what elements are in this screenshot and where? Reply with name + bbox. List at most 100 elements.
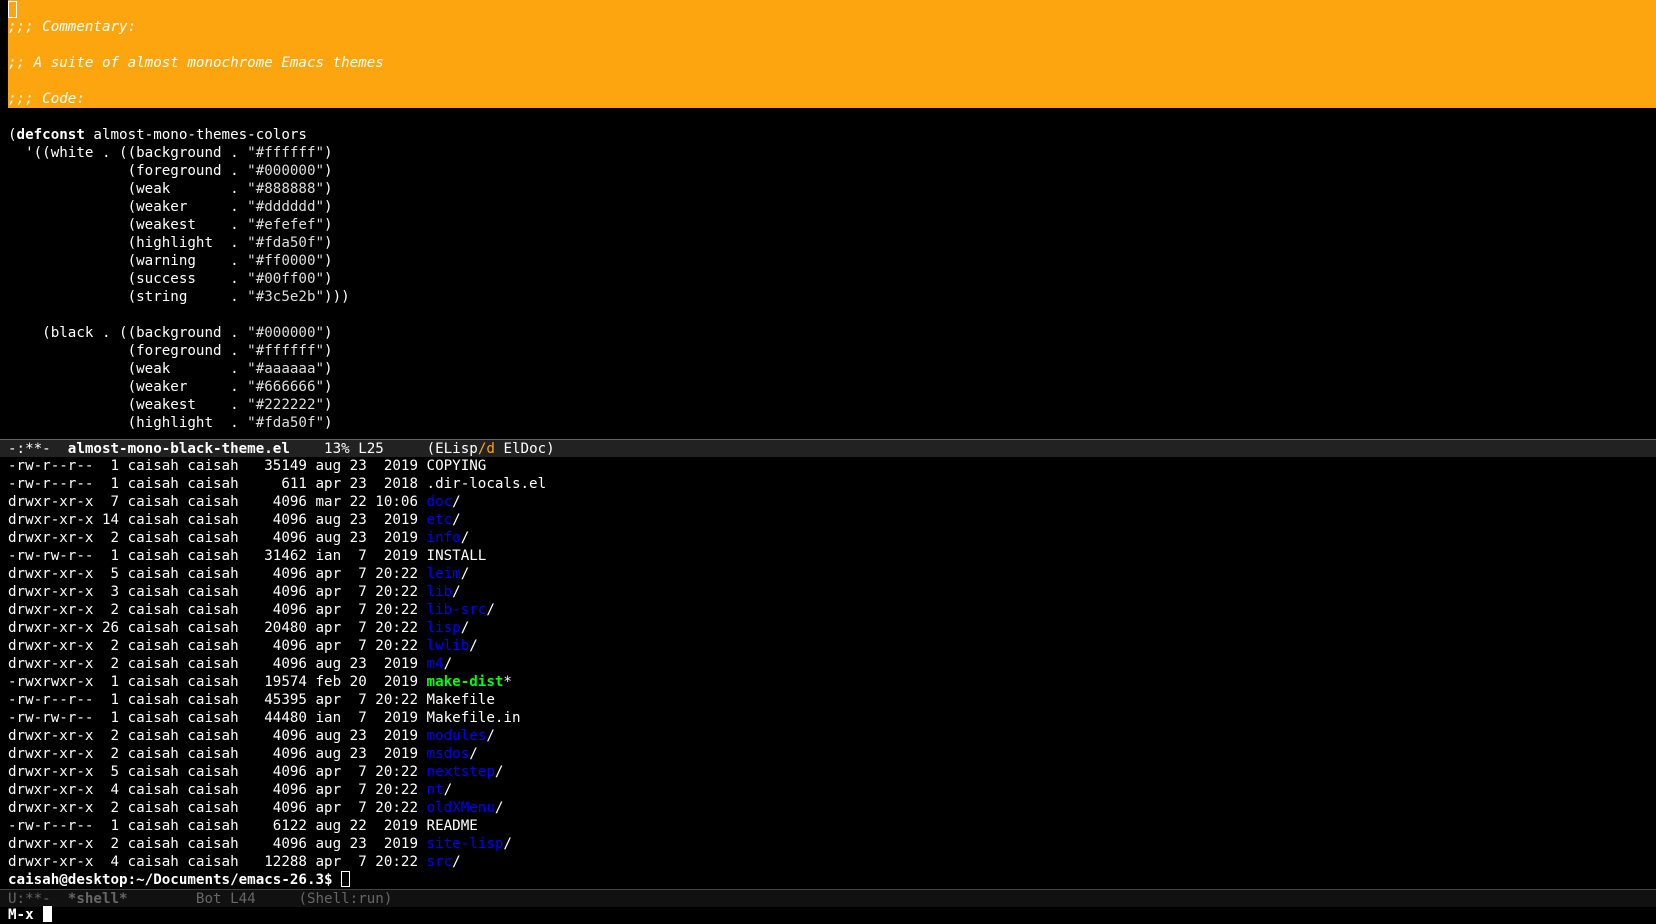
code-key: weakest xyxy=(136,217,222,233)
file-metadata: drwxr-xr-x 4 caisah caisah 4096 apr 7 20… xyxy=(8,782,427,798)
modeline-mode[interactable]: (Shell:run) xyxy=(298,891,392,907)
directory-name[interactable]: nextstep xyxy=(427,764,495,780)
directory-name[interactable]: src xyxy=(427,854,453,870)
listing-row: drwxr-xr-x 2 caisah caisah 4096 aug 23 2… xyxy=(8,727,495,745)
executable-name[interactable]: make-dist xyxy=(427,674,504,690)
code-prefix: ( xyxy=(8,181,137,197)
code-suffix: ) xyxy=(324,253,333,269)
listing-row: -rw-r--r-- 1 caisah caisah 6122 aug 22 2… xyxy=(8,817,478,835)
code-key: highlight xyxy=(136,415,222,431)
modeline-buffer-name[interactable]: *shell* xyxy=(68,891,128,907)
listing-row: drwxr-xr-x 5 caisah caisah 4096 apr 7 20… xyxy=(8,763,503,781)
file-metadata: -rwxrwxr-x 1 caisah caisah 19574 feb 20 … xyxy=(8,674,427,690)
minibuffer[interactable]: M-x xyxy=(0,906,1656,924)
file-name[interactable]: .dir-locals.el xyxy=(427,476,547,492)
keyword-defconst: defconst xyxy=(16,127,85,143)
listing-row: -rw-r--r-- 1 caisah caisah 611 apr 23 20… xyxy=(8,475,546,493)
code-prefix: ( xyxy=(8,199,137,215)
directory-name[interactable]: lib xyxy=(427,584,453,600)
file-metadata: drwxr-xr-x 26 caisah caisah 20480 apr 7 … xyxy=(8,620,427,636)
code-line: (black . ((background . "#000000") xyxy=(8,324,333,342)
code-prefix: ( xyxy=(8,397,137,413)
file-name[interactable]: README xyxy=(427,818,478,834)
directory-name[interactable]: site-lisp xyxy=(427,836,504,852)
code-separator: . xyxy=(221,397,248,413)
modeline-inactive[interactable]: U:**- *shell* Bot L44 (Shell:run) xyxy=(0,889,1656,907)
code-suffix: ) xyxy=(324,343,333,359)
terminal-cursor xyxy=(341,871,351,887)
listing-row: drwxr-xr-x 2 caisah caisah 4096 aug 23 2… xyxy=(8,745,478,763)
code-separator: . xyxy=(221,271,248,287)
code-string-value: "#3c5e2b" xyxy=(247,289,325,305)
listing-row: drwxr-xr-x 2 caisah caisah 4096 apr 7 20… xyxy=(8,637,478,655)
file-name[interactable]: COPYING xyxy=(427,458,487,474)
directory-name[interactable]: etc xyxy=(427,512,453,528)
code-string-value: "#000000" xyxy=(247,325,325,341)
file-name[interactable]: INSTALL xyxy=(427,548,487,564)
code-key: foreground xyxy=(136,343,222,359)
file-type-suffix: * xyxy=(503,674,512,690)
directory-name[interactable]: m4 xyxy=(427,656,444,672)
code-string-value: "#fda50f" xyxy=(247,415,325,431)
modeline-mode-open[interactable]: (ELisp xyxy=(427,441,478,457)
file-type-suffix: / xyxy=(494,764,504,780)
code-prefix: ( xyxy=(8,361,137,377)
file-metadata: drwxr-xr-x 7 caisah caisah 4096 mar 22 1… xyxy=(8,494,427,510)
file-metadata: -rw-r--r-- 1 caisah caisah 35149 aug 23 … xyxy=(8,458,427,474)
listing-row: drwxr-xr-x 2 caisah caisah 4096 apr 7 20… xyxy=(8,601,495,619)
directory-name[interactable]: nt xyxy=(427,782,444,798)
modeline-mode-rest[interactable]: ElDoc) xyxy=(495,441,554,457)
listing-row: -rw-r--r-- 1 caisah caisah 35149 aug 23 … xyxy=(8,457,486,475)
code-string-value: "#fda50f" xyxy=(247,235,325,251)
file-metadata: drwxr-xr-x 5 caisah caisah 4096 apr 7 20… xyxy=(8,566,427,582)
modeline-buffer-name[interactable]: almost-mono-black-theme.el xyxy=(68,441,290,457)
code-key: warning xyxy=(136,253,222,269)
code-line: (string . "#3c5e2b"))) xyxy=(8,288,350,306)
file-type-suffix: / xyxy=(452,512,461,528)
modeline-active[interactable]: -:**- almost-mono-black-theme.el 13% L25… xyxy=(0,439,1656,457)
file-type-suffix: / xyxy=(469,638,478,654)
file-metadata: -rw-r--r-- 1 caisah caisah 45395 apr 7 2… xyxy=(8,692,427,708)
file-type-suffix: / xyxy=(452,584,461,600)
directory-name[interactable]: lib-src xyxy=(427,602,487,618)
code-prefix: ( xyxy=(8,217,137,233)
file-type-suffix: / xyxy=(452,494,461,510)
code-line: (weaker . "#dddddd") xyxy=(8,198,333,216)
file-type-suffix: / xyxy=(443,782,453,798)
comment-line: ;; A suite of almost monochrome Emacs th… xyxy=(8,55,384,71)
directory-name[interactable]: msdos xyxy=(427,746,470,762)
editor-cursor xyxy=(8,1,17,18)
modeline-status: U:**- xyxy=(8,891,68,907)
directory-name[interactable]: info xyxy=(427,530,461,546)
file-metadata: drwxr-xr-x 5 caisah caisah 4096 apr 7 20… xyxy=(8,764,427,780)
code-line: (warning . "#ff0000") xyxy=(8,252,333,270)
directory-name[interactable]: doc xyxy=(427,494,453,510)
file-metadata: -rw-rw-r-- 1 caisah caisah 44480 ian 7 2… xyxy=(8,710,427,726)
code-key: weaker xyxy=(136,199,222,215)
code-suffix: ) xyxy=(324,325,333,341)
listing-row: -rw-r--r-- 1 caisah caisah 45395 apr 7 2… xyxy=(8,691,495,709)
code-separator: . xyxy=(221,235,248,251)
shell-prompt-line[interactable]: caisah@desktop:~/Documents/emacs-26.3$ xyxy=(8,871,351,889)
shell-buffer-window[interactable]: -rw-r--r-- 1 caisah caisah 35149 aug 23 … xyxy=(0,457,1656,889)
code-suffix: ) xyxy=(324,181,333,197)
directory-name[interactable]: leim xyxy=(427,566,461,582)
code-suffix: ) xyxy=(324,163,333,179)
file-name[interactable]: Makefile.in xyxy=(427,710,521,726)
shell-prompt: caisah@desktop:~/Documents/emacs-26.3$ xyxy=(8,872,342,888)
file-metadata: -rw-r--r-- 1 caisah caisah 611 apr 23 20… xyxy=(8,476,427,492)
elisp-buffer-window[interactable]: ;;; Commentary: ;; A suite of almost mon… xyxy=(0,0,1656,439)
code-string-value: "#222222" xyxy=(247,397,325,413)
code-string-value: "#aaaaaa" xyxy=(247,361,325,377)
file-name[interactable]: Makefile xyxy=(427,692,495,708)
code-key: string xyxy=(136,289,222,305)
directory-name[interactable]: lwlib xyxy=(427,638,470,654)
listing-row: drwxr-xr-x 5 caisah caisah 4096 apr 7 20… xyxy=(8,565,469,583)
directory-name[interactable]: oldXMenu xyxy=(427,800,495,816)
modeline-position: Bot L44 xyxy=(127,891,299,907)
directory-name[interactable]: modules xyxy=(427,728,487,744)
comment-line: ;;; Code: xyxy=(8,91,85,107)
code-key: weak xyxy=(136,361,222,377)
file-metadata: drwxr-xr-x 14 caisah caisah 4096 aug 23 … xyxy=(8,512,427,528)
directory-name[interactable]: lisp xyxy=(427,620,461,636)
